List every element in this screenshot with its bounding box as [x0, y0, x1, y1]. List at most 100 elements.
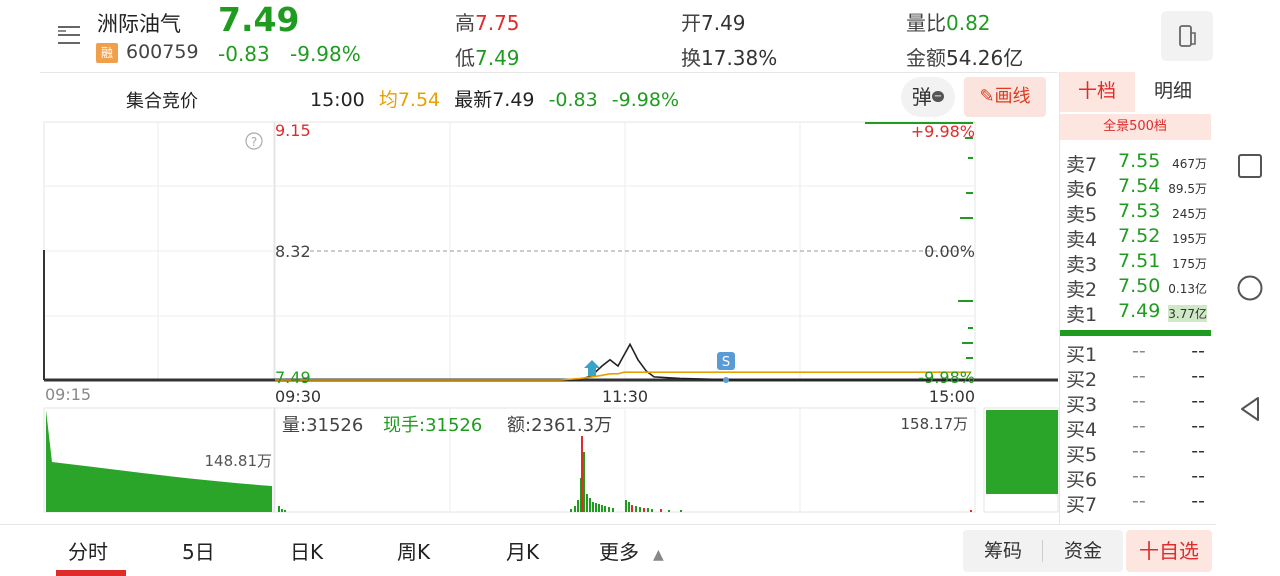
- active-tab-indicator: [56, 570, 126, 576]
- ask-row[interactable]: 卖5 7.53 245万: [1066, 200, 1211, 226]
- ask-price: 7.54: [1118, 175, 1161, 197]
- volume-bar: [647, 508, 649, 512]
- bid-row[interactable]: 买5 -- --: [1066, 440, 1211, 466]
- ask-row[interactable]: 卖7 7.55 467万: [1066, 150, 1211, 176]
- ask-price: 7.50: [1118, 275, 1161, 297]
- bid-row[interactable]: 买7 -- --: [1066, 490, 1211, 516]
- volume-bar: [612, 508, 614, 512]
- bid-volume: --: [1191, 490, 1205, 512]
- avg-label: 均: [378, 89, 398, 111]
- bid-price: --: [1132, 340, 1146, 362]
- current-price: 7.49: [218, 0, 300, 39]
- recent-apps-icon[interactable]: [1236, 152, 1264, 180]
- high-label: 高: [455, 11, 475, 35]
- auction-volume-label: 148.81万: [205, 452, 273, 470]
- volume-bar: [577, 500, 579, 512]
- popup-button[interactable]: 弹 −: [901, 77, 955, 117]
- chips-button[interactable]: 筹码: [963, 530, 1043, 572]
- volume-bar: [574, 506, 576, 512]
- bid-row[interactable]: 买3 -- --: [1066, 390, 1211, 416]
- price-mid-label: 8.32: [275, 242, 311, 261]
- amount-value: 54.26亿: [946, 46, 1024, 70]
- volume-bar: [595, 503, 597, 512]
- bid-level-label: 买4: [1066, 419, 1098, 441]
- ask-row[interactable]: 卖6 7.54 89.5万: [1066, 175, 1211, 201]
- ask-level-label: 卖4: [1066, 229, 1098, 251]
- volume-bar: [628, 502, 630, 512]
- bid-price: --: [1132, 490, 1146, 512]
- amount-label: 金额: [906, 46, 946, 70]
- draw-line-button[interactable]: ✎画线: [964, 77, 1046, 117]
- stock-name[interactable]: 洲际油气: [97, 8, 181, 38]
- tab-ten-level[interactable]: 十档: [1059, 72, 1135, 112]
- volume-info: 量:31526: [282, 415, 363, 436]
- time-open-label: 09:30: [275, 387, 321, 406]
- bid-volume: --: [1191, 465, 1205, 487]
- ask-volume: 3.77亿: [1168, 305, 1207, 322]
- ask-level-label: 卖6: [1066, 179, 1098, 201]
- menu-icon[interactable]: [56, 22, 82, 48]
- bid-price: --: [1132, 390, 1146, 412]
- closing-volume-area: [986, 410, 1058, 494]
- volume-bar: [635, 506, 637, 512]
- turnover-label: 换: [681, 46, 701, 70]
- volume-bar: [970, 510, 972, 512]
- breakout-marker-icon[interactable]: [584, 360, 600, 376]
- volume-bar: [668, 510, 670, 512]
- tick-change: -0.83: [548, 89, 598, 111]
- bid-volume: --: [1191, 440, 1205, 462]
- ask-row[interactable]: 卖2 7.50 0.13亿: [1066, 275, 1211, 301]
- volume-bar: [281, 509, 283, 512]
- volume-ratio-label: 量比: [906, 11, 946, 35]
- ask-row[interactable]: 卖3 7.51 175万: [1066, 250, 1211, 276]
- low-value: 7.49: [475, 46, 520, 70]
- ask-row[interactable]: 卖1 7.49 3.77亿: [1066, 300, 1211, 326]
- bid-level-label: 买7: [1066, 494, 1098, 516]
- tab-day-k[interactable]: 日K: [290, 536, 323, 565]
- volume-bar: [583, 452, 585, 512]
- tab-week-k[interactable]: 周K: [397, 536, 430, 565]
- latest-value: 7.49: [492, 89, 535, 111]
- signal-s-label: S: [722, 355, 730, 370]
- order-book-border: [1059, 72, 1060, 524]
- bottom-divider: [0, 524, 1216, 525]
- tab-month-k[interactable]: 月K: [506, 536, 539, 565]
- landscape-toggle-button[interactable]: [1161, 11, 1213, 61]
- tab-5-day[interactable]: 5日: [182, 536, 215, 565]
- amount-info: 额:2361.3万: [507, 415, 612, 436]
- volume-bar: [608, 507, 610, 512]
- home-icon[interactable]: [1235, 273, 1265, 303]
- ask-level-label: 卖5: [1066, 204, 1098, 226]
- volume-bar: [604, 506, 606, 512]
- time-mid-label: 11:30: [602, 387, 648, 406]
- bid-row[interactable]: 买6 -- --: [1066, 465, 1211, 491]
- bid-row[interactable]: 买1 -- --: [1066, 340, 1211, 366]
- volume-bar: [651, 509, 653, 512]
- time-close-label: 15:00: [929, 387, 975, 406]
- funds-button[interactable]: 资金: [1043, 530, 1123, 572]
- volume-bar: [625, 500, 627, 512]
- phone-rotate-icon: [1179, 25, 1196, 47]
- chevron-up-icon: ▲: [653, 547, 664, 563]
- tick-info: 15:00 均7.54 最新7.49 -0.83 -9.98%: [310, 85, 679, 112]
- price-bottom-label: 7.49: [275, 368, 311, 387]
- intraday-chart[interactable]: ? S 9.15 8.32 7.49 +9.98% 0.00% -9.98% 0…: [40, 118, 1060, 528]
- chips-funds-group: 筹码 资金: [963, 530, 1123, 572]
- volume-bar: [639, 507, 641, 512]
- price-change-pct: -9.98%: [290, 42, 361, 66]
- tick-change-pct: -9.98%: [611, 89, 679, 111]
- pct-top-label: +9.98%: [911, 122, 975, 141]
- bid-row[interactable]: 买2 -- --: [1066, 365, 1211, 391]
- tab-detail[interactable]: 明细: [1135, 72, 1211, 112]
- tab-intraday[interactable]: 分时: [68, 536, 108, 565]
- bid-row[interactable]: 买4 -- --: [1066, 415, 1211, 441]
- latest-label: 最新: [454, 89, 493, 111]
- popup-button-label: 弹: [911, 85, 932, 109]
- volume-bar: [589, 498, 591, 512]
- ask-row[interactable]: 卖4 7.52 195万: [1066, 225, 1211, 251]
- minus-icon: −: [931, 91, 945, 102]
- back-icon[interactable]: [1236, 394, 1264, 424]
- full-500-level-button[interactable]: 全景500档: [1059, 114, 1211, 140]
- tab-more[interactable]: 更多 ▲: [599, 536, 664, 565]
- add-watchlist-button[interactable]: 十自选: [1126, 530, 1212, 572]
